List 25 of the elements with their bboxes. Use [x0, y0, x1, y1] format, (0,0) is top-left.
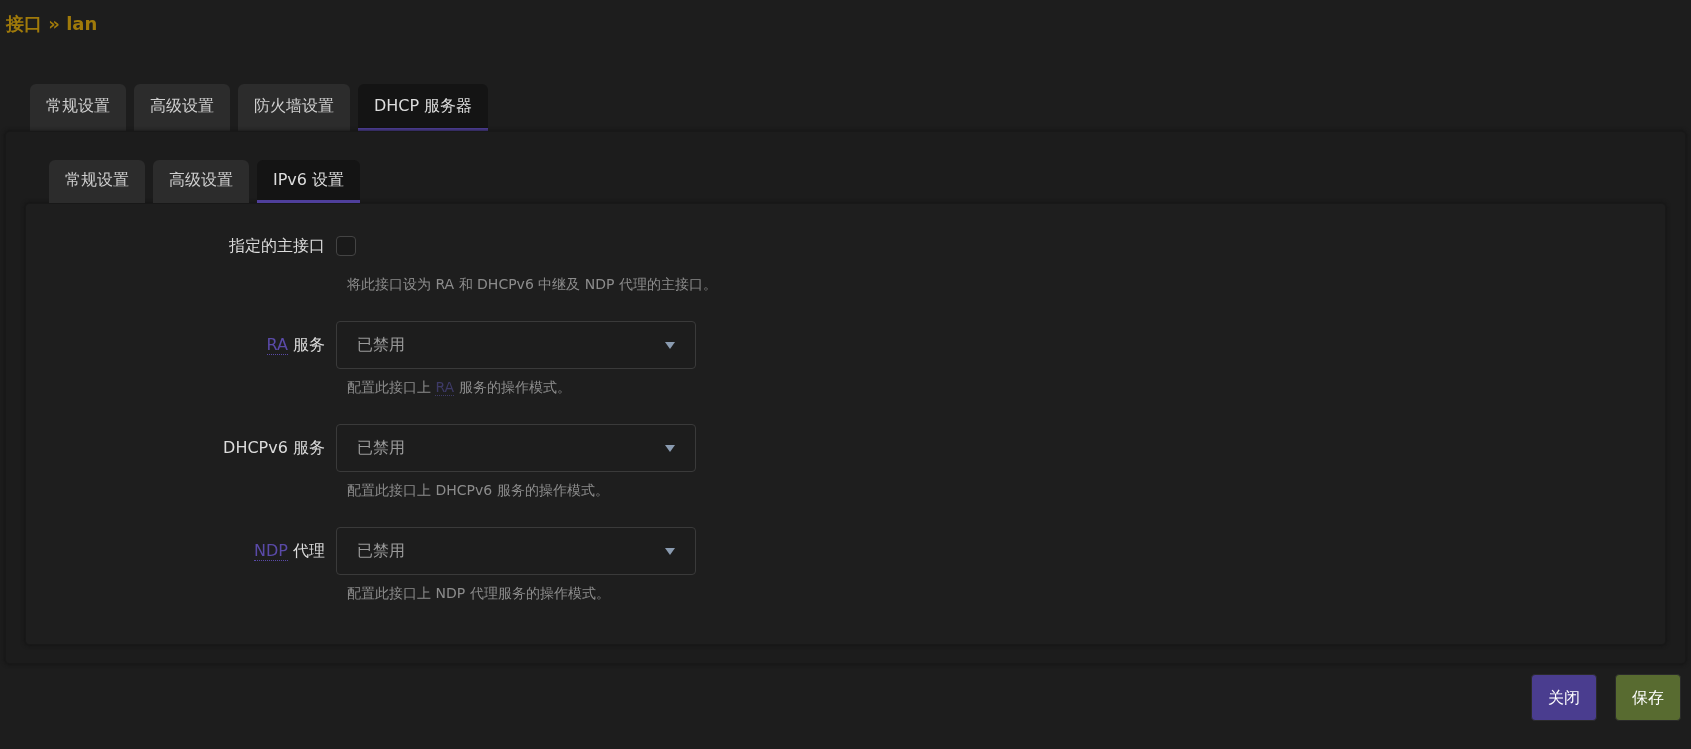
tab[interactable]: 常规设置	[30, 84, 126, 131]
tab[interactable]: 高级设置	[134, 84, 230, 131]
tab[interactable]: 防火墙设置	[238, 84, 350, 131]
select-dropdown[interactable]: 已禁用	[336, 424, 696, 472]
page-title: 接口 » lan	[5, 12, 99, 36]
caret-icon	[665, 341, 675, 349]
field-description: 配置此接口上 NDP 代理服务的操作模式。	[346, 584, 611, 603]
save-button[interactable]: 保存	[1615, 674, 1681, 721]
tab[interactable]: IPv6 设置	[257, 160, 361, 203]
select-dropdown[interactable]: 已禁用	[336, 321, 696, 369]
field-description: 将此接口设为 RA 和 DHCPv6 中继及 NDP 代理的主接口。	[346, 275, 718, 294]
tab[interactable]: 常规设置	[49, 160, 145, 203]
checkbox[interactable]	[336, 236, 356, 256]
field-label: NDP 代理	[253, 540, 326, 563]
caret-icon	[665, 547, 675, 555]
tab[interactable]: DHCP 服务器	[358, 84, 489, 131]
close-button[interactable]: 关闭	[1531, 674, 1597, 721]
select-dropdown[interactable]: 已禁用	[336, 527, 696, 575]
field-description: 配置此接口上 DHCPv6 服务的操作模式。	[346, 481, 610, 500]
field-description: 配置此接口上 RA 服务的操作模式。	[346, 378, 572, 398]
field-label: DHCPv6 服务	[222, 437, 326, 459]
field-label: 指定的主接口	[228, 235, 326, 257]
tab[interactable]: 高级设置	[153, 160, 249, 203]
caret-icon	[665, 444, 675, 452]
field-label: RA 服务	[265, 334, 326, 357]
